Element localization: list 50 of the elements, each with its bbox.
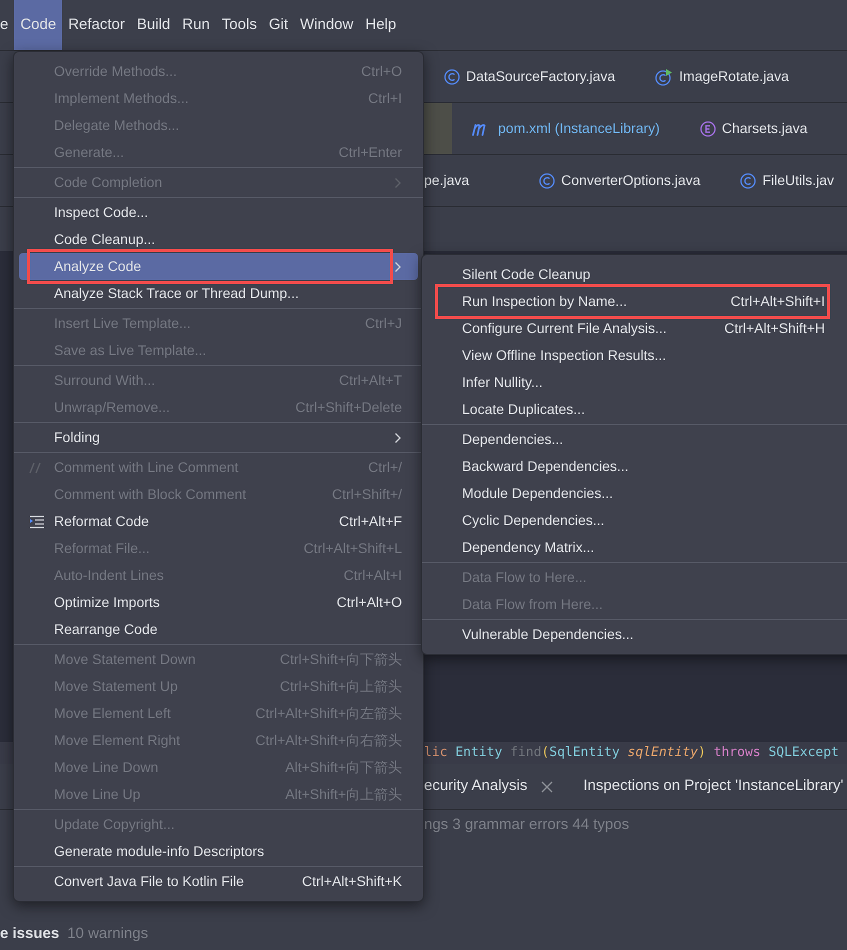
menu-bar-item[interactable]: Git xyxy=(262,0,294,50)
menu-item[interactable]: Dependency Matrix... xyxy=(427,534,847,561)
menu-bar-item[interactable]: Help xyxy=(359,0,402,50)
menu-bar-item[interactable]: e xyxy=(0,0,14,50)
menu-bar-item[interactable]: Code xyxy=(14,0,62,50)
menu-item[interactable]: View Offline Inspection Results... xyxy=(427,342,847,369)
editor-tab[interactable]: ImageRotate.java xyxy=(635,51,809,102)
class-run-icon xyxy=(655,68,674,86)
editor-tab[interactable]: FileUtils.jav xyxy=(720,155,847,206)
menu-item[interactable]: Locate Duplicates... xyxy=(427,396,847,423)
menu-item[interactable]: Vulnerable Dependencies... xyxy=(427,621,847,648)
menu-bar-item[interactable]: Tools xyxy=(216,0,263,50)
menu-item[interactable]: Run Inspection by Name... Ctrl+Alt+Shift+I xyxy=(427,288,847,315)
menu-item[interactable]: Rearrange Code xyxy=(19,616,418,643)
tool-window-tab[interactable]: ecurity Analysis xyxy=(424,775,554,798)
editor-tab[interactable]: DataSourceFactory.java xyxy=(424,51,636,102)
menu-item[interactable]: Inspect Code... xyxy=(19,199,418,226)
menu-item[interactable]: Code Cleanup... xyxy=(19,226,418,253)
menu-item[interactable]: Module Dependencies... xyxy=(427,480,847,507)
reformat-icon xyxy=(29,514,45,528)
menu-bar-item[interactable]: Window xyxy=(294,0,360,50)
menu-item[interactable]: Silent Code Cleanup xyxy=(427,261,847,288)
menu-bar-item[interactable]: Refactor xyxy=(62,0,131,50)
menu-item[interactable]: Configure Current File Analysis... Ctrl+Alt+Shift+H xyxy=(427,315,847,342)
close-icon[interactable] xyxy=(541,780,554,792)
problem-count: 10 warnings xyxy=(67,924,148,944)
menu-item[interactable]: Reformat Code Ctrl+Alt+F xyxy=(19,508,418,535)
menu-item[interactable]: Folding xyxy=(19,424,418,451)
menu-item[interactable]: Convert Java File to Kotlin File Ctrl+Alt+Shift+K xyxy=(19,868,418,895)
menu-item[interactable]: Analyze Stack Trace or Thread Dump... xyxy=(19,280,418,307)
editor-tab[interactable]: ConverterOptions.java xyxy=(519,155,720,206)
menu-item[interactable]: Backward Dependencies... xyxy=(427,453,847,480)
class-icon xyxy=(444,68,460,84)
enum-icon xyxy=(700,120,716,136)
menu-item[interactable]: Analyze Code xyxy=(19,253,418,280)
menu-bar-item[interactable]: Build xyxy=(130,0,176,50)
menu-item[interactable]: Generate module-info Descriptors xyxy=(19,838,418,865)
menu-item[interactable]: Dependencies... xyxy=(427,426,847,453)
problems-summary: ngs 3 grammar errors 44 typos xyxy=(424,814,630,835)
menu-item[interactable]: Infer Nullity... xyxy=(427,369,847,396)
class-icon xyxy=(740,172,756,188)
menu-bar-item[interactable]: Run xyxy=(176,0,216,50)
menu-item[interactable]: Optimize Imports Ctrl+Alt+O xyxy=(19,589,418,616)
editor-tab[interactable]: Charsets.java xyxy=(680,103,828,154)
problem-group: e issues xyxy=(0,922,60,946)
editor-tab[interactable]: pe.java xyxy=(424,155,520,206)
comment-icon xyxy=(29,460,43,474)
menu-item[interactable]: Cyclic Dependencies... xyxy=(427,507,847,534)
tool-window-tab[interactable]: Inspections on Project 'InstanceLibrary' xyxy=(583,775,844,798)
class-icon xyxy=(539,172,556,188)
